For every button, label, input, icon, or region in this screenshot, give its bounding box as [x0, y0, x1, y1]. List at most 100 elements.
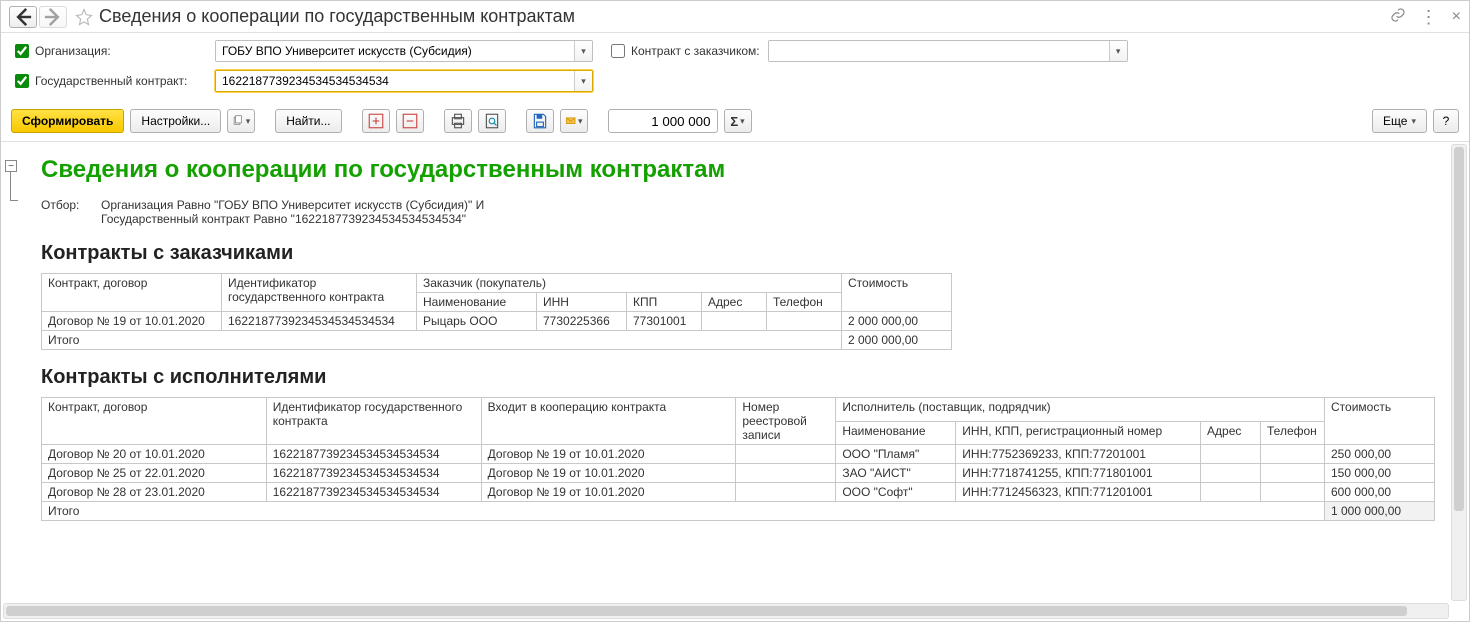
cell-cost: 150 000,00 — [1325, 464, 1435, 483]
cell-addr — [702, 312, 767, 331]
link-icon[interactable] — [1390, 7, 1406, 26]
print-button[interactable] — [444, 109, 472, 133]
col-ident: Идентификатор государственного контракта — [222, 274, 417, 312]
number-field[interactable] — [608, 109, 718, 133]
cell-phone — [767, 312, 842, 331]
preview-button[interactable] — [478, 109, 506, 133]
cell-contract: Договор № 19 от 10.01.2020 — [42, 312, 222, 331]
cell: Договор № 25 от 22.01.2020 — [42, 464, 267, 483]
collapse-node-button[interactable]: − — [5, 160, 17, 172]
help-button[interactable]: ? — [1433, 109, 1459, 133]
favorite-star-icon[interactable] — [75, 8, 93, 26]
cell: Договор № 19 от 10.01.2020 — [481, 445, 736, 464]
org-checkbox[interactable] — [15, 44, 29, 58]
cell — [736, 445, 836, 464]
total-label: Итого — [42, 331, 842, 350]
cell: ИНН:7752369233, КПП:77201001 — [956, 445, 1201, 464]
report-area: − Сведения о кооперации по государственн… — [1, 142, 1469, 531]
cell: ООО "Софт" — [836, 483, 956, 502]
customer-checkbox[interactable] — [611, 44, 625, 58]
col-kpp: КПП — [627, 293, 702, 312]
cell: 1622187739234534534534534 — [266, 464, 481, 483]
nav-forward-button[interactable] — [39, 6, 67, 28]
selection-text: Организация Равно "ГОБУ ВПО Университет … — [101, 198, 484, 226]
cell — [1201, 445, 1261, 464]
cell: Договор № 28 от 23.01.2020 — [42, 483, 267, 502]
table-row[interactable]: Договор № 20 от 10.01.2020 1622187739234… — [42, 445, 1435, 464]
cell-cost: 250 000,00 — [1325, 445, 1435, 464]
cell-kpp: 77301001 — [627, 312, 702, 331]
executors-table: Контракт, договор Идентификатор государс… — [41, 397, 1435, 521]
gov-checkbox[interactable] — [15, 74, 29, 88]
cell-cost: 2 000 000,00 — [842, 312, 952, 331]
horizontal-scrollbar[interactable] — [3, 603, 1449, 619]
col2-phone: Телефон — [1261, 421, 1325, 445]
total-value: 1 000 000,00 — [1325, 502, 1435, 521]
more-button[interactable]: Еще ▾ — [1372, 109, 1427, 133]
cell — [1261, 464, 1325, 483]
section-executors-title: Контракты с исполнителями — [41, 366, 1441, 389]
copy-dropdown-button[interactable]: ▾ — [227, 109, 255, 133]
customer-combo[interactable]: ▾ — [768, 40, 1128, 62]
titlebar: Сведения о кооперации по государственным… — [1, 1, 1469, 33]
col2-name: Наименование — [836, 421, 956, 445]
cell-ident: 1622187739234534534534534 — [222, 312, 417, 331]
generate-button[interactable]: Сформировать — [11, 109, 124, 133]
main-window: Сведения о кооперации по государственным… — [0, 0, 1470, 622]
cell-name: Рыцарь ООО — [417, 312, 537, 331]
total-label: Итого — [42, 502, 1325, 521]
cell-cost: 600 000,00 — [1325, 483, 1435, 502]
cell — [1201, 483, 1261, 502]
expand-all-button[interactable] — [362, 109, 390, 133]
customer-input[interactable] — [769, 41, 1109, 61]
section-customers-title: Контракты с заказчиками — [41, 242, 1441, 265]
find-button[interactable]: Найти... — [275, 109, 341, 133]
cell — [736, 483, 836, 502]
cell — [1201, 464, 1261, 483]
mail-dropdown-button[interactable]: ▾ — [560, 109, 588, 133]
col-customer: Заказчик (покупатель) — [417, 274, 842, 293]
cell: ИНН:7712456323, КПП:771201001 — [956, 483, 1201, 502]
table-row[interactable]: Договор № 25 от 22.01.2020 1622187739234… — [42, 464, 1435, 483]
sum-dropdown-button[interactable]: Σ ▾ — [724, 109, 752, 133]
gov-combo[interactable]: ▾ — [215, 70, 593, 92]
org-input[interactable] — [216, 41, 574, 61]
org-combo[interactable]: ▾ — [215, 40, 593, 62]
cell: 1622187739234534534534534 — [266, 483, 481, 502]
org-dropdown-icon[interactable]: ▾ — [574, 41, 592, 61]
customer-dropdown-icon[interactable]: ▾ — [1109, 41, 1127, 61]
total-row: Итого 2 000 000,00 — [42, 331, 952, 350]
col2-reg: Номер реестровой записи — [736, 398, 836, 445]
nav-back-button[interactable] — [9, 6, 37, 28]
cell: Договор № 20 от 10.01.2020 — [42, 445, 267, 464]
collapse-all-button[interactable] — [396, 109, 424, 133]
kebab-menu-icon[interactable]: ⋮ — [1420, 10, 1438, 24]
close-icon[interactable]: × — [1452, 8, 1461, 26]
col2-addr: Адрес — [1201, 421, 1261, 445]
vertical-scrollbar[interactable] — [1451, 144, 1467, 601]
cell — [1261, 445, 1325, 464]
cell: 1622187739234534534534534 — [266, 445, 481, 464]
save-button[interactable] — [526, 109, 554, 133]
selection-line-2: Государственный контракт Равно "16221877… — [101, 212, 484, 226]
cell — [736, 464, 836, 483]
settings-button[interactable]: Настройки... — [130, 109, 221, 133]
filter-panel: Организация: ▾ Контракт с заказчиком: ▾ … — [1, 33, 1469, 105]
cell: ООО "Пламя" — [836, 445, 956, 464]
col2-cost: Стоимость — [1325, 398, 1435, 445]
table-row[interactable]: Договор № 28 от 23.01.2020 1622187739234… — [42, 483, 1435, 502]
col-phone: Телефон — [767, 293, 842, 312]
customer-label: Контракт с заказчиком: — [631, 44, 760, 58]
gov-input[interactable] — [216, 71, 574, 91]
col2-contract: Контракт, договор — [42, 398, 267, 445]
col2-executor: Исполнитель (поставщик, подрядчик) — [836, 398, 1325, 422]
table-row[interactable]: Договор № 19 от 10.01.2020 1622187739234… — [42, 312, 952, 331]
col-name: Наименование — [417, 293, 537, 312]
cell: ИНН:7718741255, КПП:771801001 — [956, 464, 1201, 483]
more-label: Еще — [1383, 114, 1407, 128]
col-inn: ИНН — [537, 293, 627, 312]
report-title: Сведения о кооперации по государственным… — [41, 156, 1441, 184]
cell: ЗАО "АИСТ" — [836, 464, 956, 483]
gov-dropdown-icon[interactable]: ▾ — [574, 71, 592, 91]
col-addr: Адрес — [702, 293, 767, 312]
